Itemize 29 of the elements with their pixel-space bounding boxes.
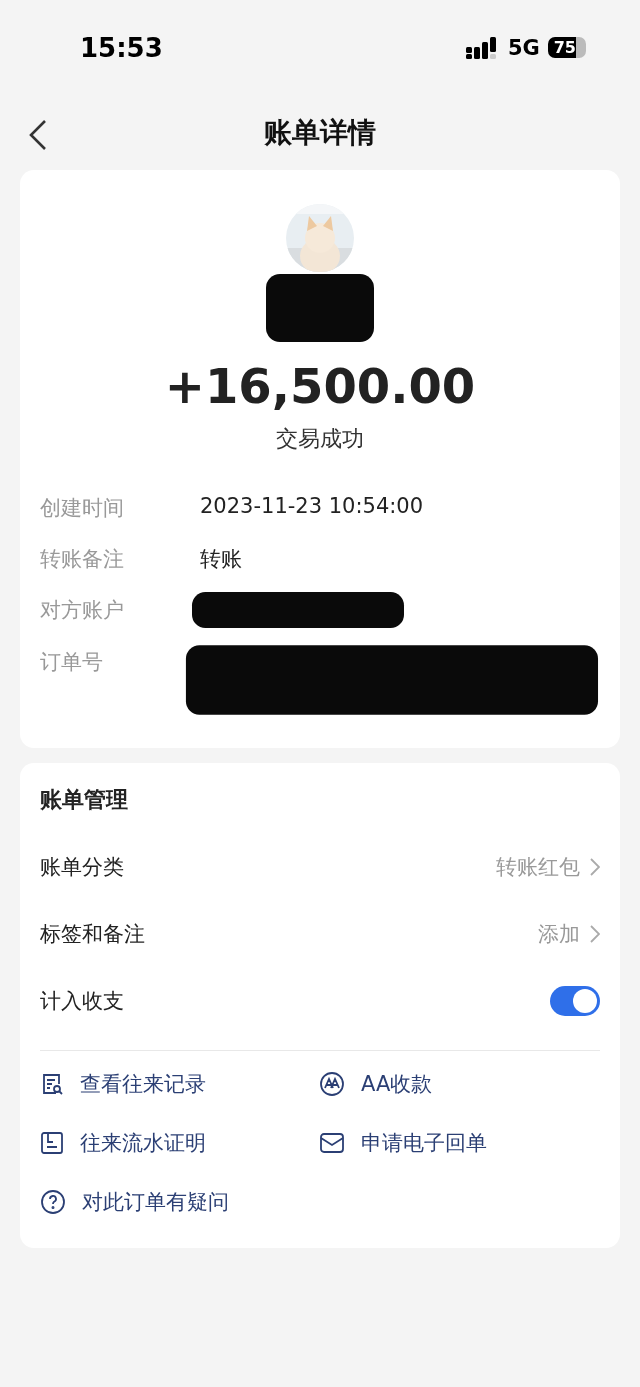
- detail-label: 对方账户: [40, 597, 125, 624]
- detail-label: 创建时间: [40, 495, 125, 522]
- chevron-icon: [590, 924, 600, 943]
- settings-row[interactable]: 标签和备注 添加: [40, 900, 600, 967]
- detail-value: 2023-11-23 10:54:00: [200, 493, 424, 518]
- section-title: 账单管理: [40, 786, 129, 814]
- detail-label: 订单号: [40, 649, 104, 676]
- chevron-icon: [590, 857, 600, 876]
- page-title: 账单详情: [264, 114, 376, 151]
- detail-value: 转账: [200, 546, 242, 573]
- battery-level: 75: [547, 37, 586, 58]
- clock-time: 15:53: [80, 32, 163, 63]
- network-type: 5G: [507, 35, 540, 60]
- detail-label: 转账备注: [40, 546, 125, 573]
- setting-label: 计入收支: [40, 987, 124, 1015]
- envelope-icon: [319, 1131, 345, 1154]
- action-link[interactable]: AA收款: [319, 1061, 433, 1106]
- document-icon: [40, 1130, 64, 1155]
- aa-circle-icon: [319, 1070, 345, 1097]
- amount: +16,500.00: [164, 358, 476, 414]
- transaction-status: 交易成功: [276, 425, 364, 453]
- question-icon: [40, 1188, 66, 1215]
- toggle-switch[interactable]: [550, 985, 600, 1016]
- document-search-icon: [40, 1071, 64, 1096]
- action-link[interactable]: 查看往来记录: [40, 1061, 206, 1106]
- action-link[interactable]: 申请电子回单: [319, 1120, 487, 1165]
- settings-row[interactable]: 账单分类 转账红包: [40, 833, 600, 900]
- action-link[interactable]: 对此订单有疑问: [40, 1179, 229, 1224]
- action-link[interactable]: 往来流水证明: [40, 1120, 206, 1165]
